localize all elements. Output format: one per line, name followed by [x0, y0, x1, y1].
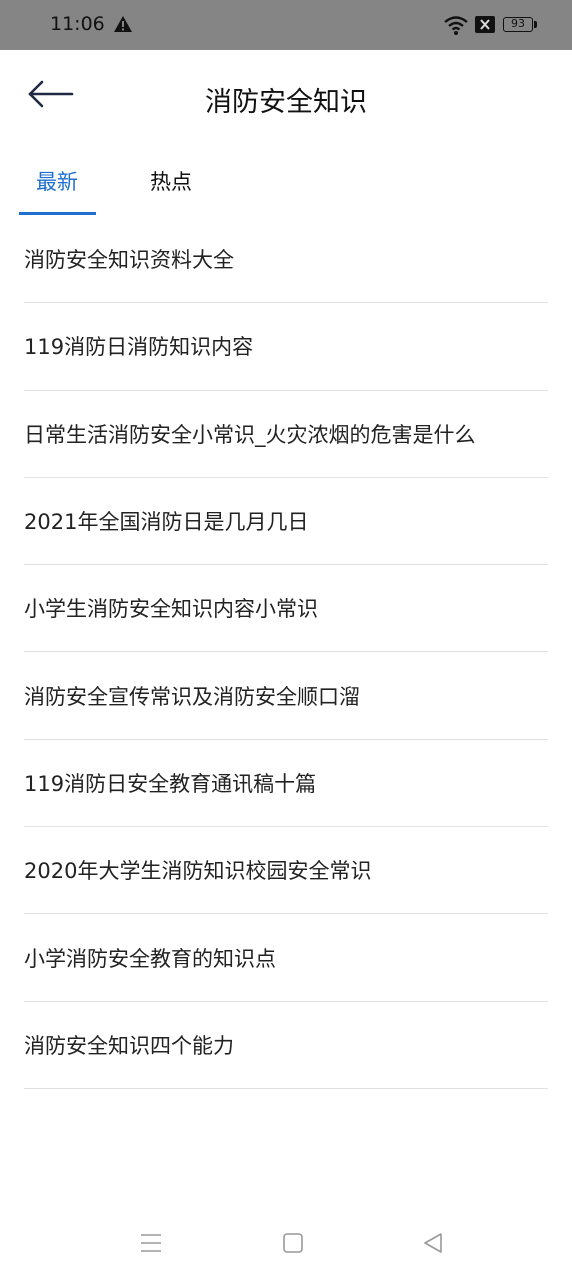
status-time: 11:06: [50, 13, 105, 35]
back-triangle-icon[interactable]: [422, 1232, 444, 1258]
battery-icon: 93: [503, 17, 533, 32]
list-item[interactable]: 2020年大学生消防知识校园安全常识: [24, 827, 548, 915]
list-item[interactable]: 2021年全国消防日是几月几日: [24, 478, 548, 566]
app-header: 消防安全知识: [0, 50, 572, 146]
list-item[interactable]: 119消防日安全教育通讯稿十篇: [24, 740, 548, 828]
menu-icon[interactable]: [140, 1232, 162, 1258]
list-item[interactable]: 小学生消防安全知识内容小常识: [24, 565, 548, 653]
list-item[interactable]: 日常生活消防安全小常识_火灾浓烟的危害是什么: [24, 391, 548, 478]
tab-bar: 最新 热点: [0, 146, 572, 216]
list-item[interactable]: 119消防日消防知识内容: [24, 303, 548, 391]
list-item[interactable]: 消防安全宣传常识及消防安全顺口溜: [24, 652, 548, 740]
system-nav-bar: [0, 1210, 572, 1280]
battery-tip: [534, 21, 537, 28]
page-title: 消防安全知识: [205, 87, 367, 118]
tab-indicator: [19, 212, 96, 215]
list-item[interactable]: 小学消防安全教育的知识点: [24, 914, 548, 1002]
list-item[interactable]: 消防安全知识资料大全: [24, 216, 548, 304]
status-bar: 11:06 93: [0, 0, 572, 50]
wifi-icon: [443, 14, 469, 40]
home-icon[interactable]: [282, 1232, 304, 1258]
article-list: 消防安全知识资料大全 119消防日消防知识内容 日常生活消防安全小常识_火灾浓烟…: [24, 216, 548, 1089]
tab-hot[interactable]: 热点: [150, 166, 192, 196]
list-item[interactable]: 消防安全知识四个能力: [24, 1002, 548, 1089]
x-box-icon: [475, 16, 495, 37]
tab-latest[interactable]: 最新: [36, 166, 78, 196]
warning-icon: [113, 15, 133, 37]
